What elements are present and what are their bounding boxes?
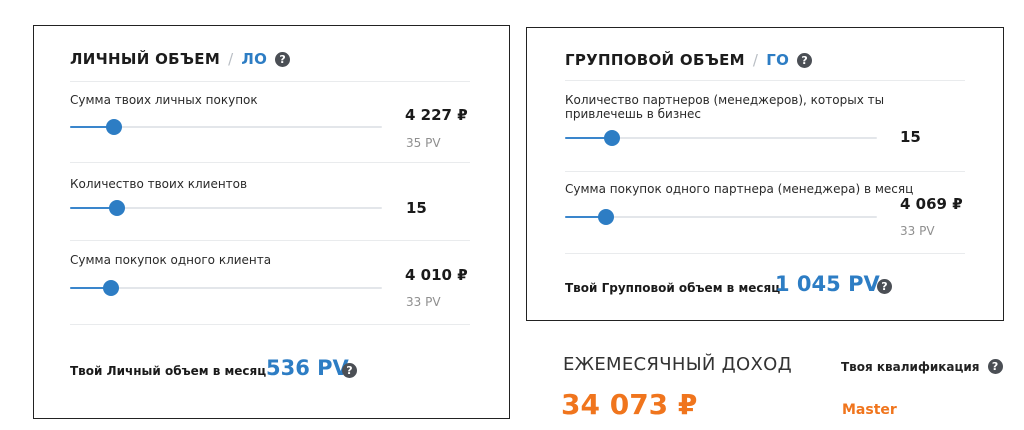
personal-purchases-label: Сумма твоих личных покупок	[70, 93, 258, 107]
personal-volume-panel: ЛИЧНЫЙ ОБЪЕМ / ЛО ? Сумма твоих личных п…	[33, 25, 510, 419]
client-purchases-label: Сумма покупок одного клиента	[70, 253, 272, 267]
client-purchases-pv: 33 PV	[406, 295, 441, 309]
personal-purchases-pv: 35 PV	[406, 136, 441, 150]
help-icon[interactable]: ?	[797, 52, 813, 68]
group-volume-abbr: ГО	[766, 51, 790, 69]
divider	[565, 253, 965, 254]
partners-count-value: 15	[900, 128, 921, 146]
slider-thumb[interactable]	[102, 280, 119, 296]
clients-count-slider[interactable]	[70, 200, 382, 216]
title-separator: /	[752, 51, 759, 69]
partner-purchases-value: 4 069 ₽	[900, 195, 963, 213]
divider	[565, 80, 965, 81]
personal-volume-title: ЛИЧНЫЙ ОБЪЕМ / ЛО ?	[70, 50, 291, 68]
divider	[70, 324, 470, 325]
help-icon[interactable]: ?	[987, 359, 1003, 374]
partner-purchases-slider[interactable]	[565, 209, 877, 225]
client-purchases-slider[interactable]	[70, 280, 382, 296]
slider-thumb[interactable]	[108, 200, 125, 216]
qualification-value: Master	[842, 402, 897, 418]
client-purchases-value: 4 010 ₽	[405, 266, 468, 284]
clients-count-label: Количество твоих клиентов	[70, 177, 248, 191]
help-icon[interactable]: ?	[275, 51, 291, 67]
divider	[70, 162, 470, 163]
divider	[70, 240, 470, 241]
personal-purchases-slider[interactable]	[70, 119, 382, 135]
partner-purchases-pv: 33 PV	[900, 224, 935, 238]
help-icon[interactable]: ?	[342, 363, 357, 378]
qualification-label-text: Твоя квалификация	[841, 359, 980, 374]
personal-volume-abbr: ЛО	[241, 50, 268, 68]
group-total-value: 1 045 PV	[775, 272, 880, 296]
personal-volume-heading: ЛИЧНЫЙ ОБЪЕМ	[70, 50, 221, 68]
personal-purchases-value: 4 227 ₽	[405, 106, 468, 124]
divider	[70, 81, 470, 82]
monthly-income-title: ЕЖЕМЕСЯЧНЫЙ ДОХОД	[563, 354, 792, 375]
partner-purchases-label: Сумма покупок одного партнера (менеджера…	[565, 182, 914, 196]
group-volume-panel: ГРУППОВОЙ ОБЪЕМ / ГО ? Количество партне…	[526, 27, 1004, 321]
personal-total-value: 536 PV	[266, 356, 349, 380]
qualification-label: Твоя квалификация ?	[841, 359, 1003, 374]
slider-thumb[interactable]	[603, 130, 620, 146]
personal-total-label: Твой Личный объем в месяц	[70, 364, 267, 378]
monthly-income-value: 34 073 ₽	[561, 388, 698, 421]
clients-count-value: 15	[406, 199, 427, 217]
help-icon[interactable]: ?	[877, 279, 892, 294]
partners-count-slider[interactable]	[565, 130, 877, 146]
partners-count-label: Количество партнеров (менеджеров), котор…	[565, 93, 885, 121]
slider-thumb[interactable]	[105, 119, 122, 135]
group-volume-title: ГРУППОВОЙ ОБЪЕМ / ГО ?	[565, 51, 813, 69]
group-volume-heading: ГРУППОВОЙ ОБЪЕМ	[565, 51, 745, 69]
divider	[565, 171, 965, 172]
group-total-label: Твой Групповой объем в месяц	[565, 281, 781, 295]
title-separator: /	[228, 50, 234, 68]
slider-thumb[interactable]	[597, 209, 614, 225]
